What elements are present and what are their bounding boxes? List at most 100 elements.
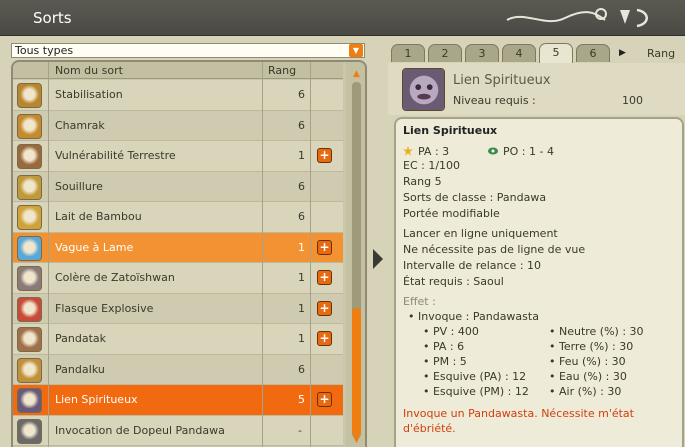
tab-rank-5[interactable]: 5 bbox=[539, 43, 573, 63]
summon-stat: • PV : 400 bbox=[423, 325, 479, 338]
spell-row[interactable]: Souillure 6 bbox=[13, 171, 343, 202]
spell-row[interactable]: Flasque Explosive 1 + bbox=[13, 293, 343, 324]
spell-detail-panel: 654321 ▶ Rang Lien Spiritueux Niveau req… bbox=[388, 36, 685, 447]
ornament-decoration-icon bbox=[506, 8, 648, 28]
summon-line: • Invoque : Pandawasta bbox=[408, 310, 539, 323]
spell-row[interactable]: Invocation de Dopeul Pandawa - bbox=[13, 415, 343, 446]
spell-row-rang: 1 bbox=[298, 332, 305, 346]
column-divider bbox=[310, 62, 311, 447]
star-icon bbox=[403, 146, 413, 156]
pa-value: PA : 3 bbox=[418, 144, 450, 158]
scroll-down-icon[interactable]: ▼ bbox=[351, 436, 362, 445]
spell-row[interactable]: Vulnérabilité Terrestre 1 + bbox=[13, 141, 343, 172]
spell-property-line: Sorts de classe : Pandawa bbox=[403, 191, 547, 204]
chevron-down-icon[interactable]: ▼ bbox=[349, 44, 363, 57]
spell-icon bbox=[17, 327, 42, 352]
spell-conditions: Lancer en ligne uniquement Ne nécessite p… bbox=[403, 227, 675, 291]
spell-property-line: EC : 1/100 bbox=[403, 159, 461, 172]
spell-row[interactable]: Vague à Lame 1 + bbox=[13, 232, 343, 263]
window-title: Sorts bbox=[33, 9, 72, 27]
spell-row[interactable]: Lait de Bambou 6 bbox=[13, 202, 343, 233]
detail-title: Lien Spiritueux bbox=[403, 124, 498, 137]
spell-name: Lien Spiritueux bbox=[453, 73, 551, 88]
summon-stats-left: • PV : 400 • PA : 6 • PM : 5 • Esquive (PA)… bbox=[423, 325, 549, 400]
spell-row-rang: 6 bbox=[298, 362, 305, 376]
spell-row-rang: 1 bbox=[298, 301, 305, 315]
spell-row[interactable]: Chamrak 6 bbox=[13, 110, 343, 141]
upgrade-plus-button[interactable]: + bbox=[317, 392, 332, 408]
spell-condition-line: Lancer en ligne uniquement bbox=[403, 227, 558, 240]
spell-row-name: Invocation de Dopeul Pandawa bbox=[55, 423, 225, 437]
spell-row-rang: 1 bbox=[298, 240, 305, 254]
spell-row[interactable]: Stabilisation 6 bbox=[13, 80, 343, 111]
tab-rank-6[interactable]: 6 bbox=[576, 44, 610, 62]
pa-cost: PA : 3 bbox=[403, 145, 488, 158]
upgrade-plus-button[interactable]: + bbox=[317, 148, 332, 164]
upgrade-plus-button[interactable]: + bbox=[317, 270, 332, 286]
spell-icon bbox=[17, 357, 42, 383]
spell-row-name: Chamrak bbox=[55, 118, 105, 132]
spell-icon bbox=[17, 174, 42, 200]
spell-row-name: Vague à Lame bbox=[55, 240, 134, 254]
tab-rank-2[interactable]: 2 bbox=[428, 44, 462, 62]
spell-type-value: Tous types bbox=[15, 44, 74, 57]
tab-rank-1[interactable]: 1 bbox=[391, 44, 425, 62]
summon-stats: • PV : 400 • PA : 6 • PM : 5 • Esquive (PA)… bbox=[403, 325, 675, 400]
upgrade-plus-button[interactable]: + bbox=[317, 239, 332, 255]
tab-rank-4[interactable]: 4 bbox=[502, 44, 536, 62]
spell-row-rang: 6 bbox=[298, 210, 305, 224]
spell-condition-line: État requis : Saoul bbox=[403, 275, 504, 288]
spell-properties: EC : 1/100 Rang 5 Sorts de classe : Pandaw… bbox=[403, 159, 675, 223]
spell-row[interactable]: Lien Spiritueux 5 + bbox=[13, 385, 343, 416]
expand-arrow-icon[interactable] bbox=[371, 247, 385, 271]
scroll-up-icon[interactable]: ▲ bbox=[351, 70, 362, 79]
summon-resistance: • Neutre (%) : 30 bbox=[549, 325, 644, 338]
spell-row-name: Stabilisation bbox=[55, 88, 123, 102]
summon-resistance: • Terre (%) : 30 bbox=[549, 340, 634, 353]
column-header-name[interactable]: Nom du sort bbox=[55, 64, 123, 77]
list-header: Nom du sort Rang bbox=[13, 62, 343, 79]
column-header-rang[interactable]: Rang bbox=[268, 64, 296, 77]
eye-icon bbox=[488, 147, 498, 155]
spell-details: Lien Spiritueux PA : 3 PO : 1 - 4 EC : 1… bbox=[394, 117, 684, 447]
spell-icon bbox=[17, 113, 42, 139]
column-divider bbox=[262, 62, 263, 447]
summon-resistance: • Feu (%) : 30 bbox=[549, 355, 626, 368]
upgrade-plus-button[interactable]: + bbox=[317, 300, 332, 316]
spell-type-dropdown[interactable]: Tous types ▼ bbox=[11, 43, 365, 58]
tab-next-icon[interactable]: ▶ bbox=[619, 48, 626, 58]
upgrade-plus-button[interactable]: + bbox=[317, 331, 332, 347]
required-level-value: 100 bbox=[622, 94, 643, 107]
spell-icon bbox=[17, 235, 42, 261]
spell-icon bbox=[17, 144, 42, 169]
scrollbar[interactable]: ▲ ▼ bbox=[346, 62, 365, 447]
spell-row-rang: 6 bbox=[298, 179, 305, 193]
po-value: PO : 1 - 4 bbox=[503, 144, 554, 158]
tab-rank-3[interactable]: 3 bbox=[465, 44, 499, 62]
column-divider bbox=[48, 62, 49, 447]
spell-list-panel: Tous types ▼ Nom du sort Rang Stabilisat… bbox=[0, 36, 372, 447]
summon-resistance: • Eau (%) : 30 bbox=[549, 370, 627, 383]
spell-header: Lien Spiritueux Niveau requis : 100 bbox=[388, 63, 685, 115]
spell-row[interactable]: PandaIku 6 bbox=[13, 354, 343, 385]
scroll-thumb[interactable] bbox=[352, 308, 361, 436]
spell-icon bbox=[17, 418, 42, 444]
spell-row-name: Lait de Bambou bbox=[55, 210, 142, 224]
spell-row-rang: 6 bbox=[298, 118, 305, 132]
spell-row-rang: 6 bbox=[298, 88, 305, 102]
spell-list: Nom du sort Rang Stabilisation 6 Chamrak 6 V… bbox=[11, 60, 367, 447]
spell-row-rang: 1 bbox=[298, 271, 305, 285]
spell-row-rang: 1 bbox=[298, 149, 305, 163]
spell-row-name: Souillure bbox=[55, 179, 103, 193]
spell-row-name: PandaIku bbox=[55, 362, 105, 376]
required-level-label: Niveau requis : bbox=[453, 94, 536, 107]
summon-stat: • Esquive (PA) : 12 bbox=[423, 370, 527, 383]
spell-row-rang: - bbox=[298, 423, 302, 437]
spell-description: Invoque un Pandawasta. Nécessite m'état … bbox=[403, 407, 634, 435]
spell-row[interactable]: Colère de Zatoïshwan 1 + bbox=[13, 263, 343, 294]
po-range: PO : 1 - 4 bbox=[488, 145, 554, 158]
title-bar: Sorts bbox=[0, 0, 685, 36]
spell-row[interactable]: Pandatak 1 + bbox=[13, 324, 343, 355]
effect-label: Effet : bbox=[403, 295, 436, 308]
spell-rows: Stabilisation 6 Chamrak 6 Vulnérabilité Terr… bbox=[13, 80, 343, 446]
